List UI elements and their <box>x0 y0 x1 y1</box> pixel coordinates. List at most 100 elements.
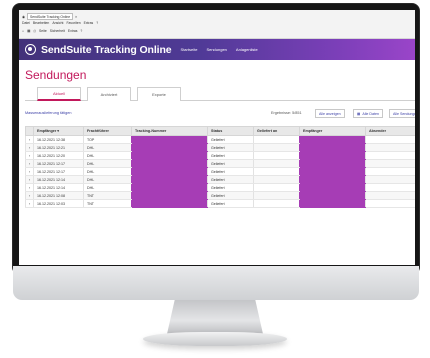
all-shipments-button[interactable]: Alle Sendungen <box>389 109 415 118</box>
row-carrier: DHL <box>83 167 132 176</box>
row-status: Geliefert <box>207 175 254 184</box>
row-date: 16.12.2021 12:08 <box>33 191 84 200</box>
column-header[interactable]: Geliefert an <box>253 126 300 136</box>
tab-aktuell[interactable]: Aktuell <box>37 87 81 101</box>
expand-row-icon[interactable]: › <box>25 199 34 208</box>
expand-row-icon[interactable]: › <box>25 143 34 152</box>
expand-row-icon[interactable]: › <box>25 183 34 192</box>
row-date: 16.12.2021 12:14 <box>33 183 84 192</box>
row-sender <box>365 143 415 152</box>
row-date: 16.12.2021 12:17 <box>33 167 84 176</box>
browser-menu-item[interactable]: Bearbeiten <box>33 21 49 25</box>
bulk-delivery-link[interactable]: Massenauslieferung tätigen <box>25 111 71 115</box>
column-header-label: Empfänger <box>37 129 57 133</box>
table-row[interactable]: › 16.12.2021 12:14 DHL Geliefert <box>25 175 415 184</box>
browser-menu: Datei Bearbeiten Ansicht Favoriten Extras? <box>22 21 98 25</box>
browser-bar: ◉ SendSuite Tracking Online × Datei Bearb… <box>19 10 415 39</box>
table-row[interactable]: › 16.12.2021 12:08 TNT Geliefert <box>25 191 415 200</box>
column-header[interactable]: Frachtführer <box>83 126 132 136</box>
tab-archiviert[interactable]: Archiviert <box>87 87 131 101</box>
row-sender <box>365 183 415 192</box>
screen: ◉ SendSuite Tracking Online × Datei Bearb… <box>19 10 415 265</box>
expand-row-icon[interactable]: › <box>25 191 34 200</box>
browser-tab[interactable]: SendSuite Tracking Online <box>26 13 74 20</box>
row-status: Geliefert <box>207 159 254 168</box>
show-all-button[interactable]: Alle anzeigen <box>315 109 345 118</box>
column-header-label: Tracking-Nummer <box>135 129 167 133</box>
row-carrier: TNT <box>83 199 132 208</box>
row-carrier: TOP <box>83 135 132 144</box>
row-delivered-to <box>253 167 300 176</box>
row-delivered-to <box>253 183 300 192</box>
browser-menu-item[interactable]: Ansicht <box>52 21 63 25</box>
print-icon[interactable]: ⎙ <box>33 29 36 33</box>
table-row[interactable]: › 16.12.2021 12:21 DHL Geliefert <box>25 143 415 152</box>
row-status: Geliefert <box>207 191 254 200</box>
browser-tool-item[interactable]: Seite <box>39 29 47 33</box>
row-delivered-to <box>253 151 300 160</box>
recipient-redacted <box>299 135 366 144</box>
tab-exporte[interactable]: Exporte <box>137 87 181 101</box>
nav-item-anlagenliste[interactable]: Anlagenliste <box>236 47 258 52</box>
row-status: Geliefert <box>207 183 254 192</box>
row-delivered-to <box>253 191 300 200</box>
recipient-redacted <box>299 175 366 184</box>
all-dates-label: Alle Daten <box>362 111 379 116</box>
table-row[interactable]: › 16.12.2021 12:17 DHL Geliefert <box>25 159 415 168</box>
row-status: Geliefert <box>207 143 254 152</box>
tracking-number-redacted <box>131 191 208 200</box>
table-row[interactable]: › 16.12.2021 12:20 DHL Geliefert <box>25 151 415 160</box>
table-row[interactable]: › 16.12.2021 12:38 TOP Geliefert <box>25 135 415 144</box>
feeds-icon[interactable]: ▦ <box>27 29 30 33</box>
row-delivered-to <box>253 159 300 168</box>
expand-row-icon[interactable]: › <box>25 151 34 160</box>
column-header[interactable]: Empfänger ▾ <box>33 126 84 136</box>
calendar-icon: ▦ <box>357 111 361 116</box>
column-header-label: Absender <box>369 129 387 133</box>
row-carrier: DHL <box>83 143 132 152</box>
browser-menu-item[interactable]: ? <box>96 21 98 25</box>
row-date: 16.12.2021 12:38 <box>33 135 84 144</box>
home-icon[interactable]: ⌂ <box>22 29 24 33</box>
expand-row-icon[interactable]: › <box>25 159 34 168</box>
column-header[interactable]: Status <box>207 126 254 136</box>
all-dates-button[interactable]: ▦ Alle Daten <box>353 109 383 118</box>
toolbar: Massenauslieferung tätigen Ergebnisse: 5… <box>25 108 415 120</box>
column-header[interactable]: Tracking-Nummer <box>131 126 208 136</box>
expand-row-icon[interactable]: › <box>25 167 34 176</box>
main-nav: Startseite Sendungen Anlagenliste <box>181 47 258 52</box>
browser-menu-item[interactable]: Datei <box>22 21 30 25</box>
row-sender <box>365 199 415 208</box>
row-carrier: DHL <box>83 175 132 184</box>
nav-item-sendungen[interactable]: Sendungen <box>206 47 226 52</box>
browser-menu-item[interactable]: Extras <box>84 21 94 25</box>
table-header: Empfänger ▾ Frachtführer Tracking-Nummer St… <box>25 126 415 136</box>
row-date: 16.12.2021 12:20 <box>33 151 84 160</box>
table-row[interactable]: › 16.12.2021 12:14 DHL Geliefert <box>25 183 415 192</box>
table-body: › 16.12.2021 12:38 TOP Geliefert › 16.12.2021… <box>25 135 415 208</box>
help-icon[interactable]: ? <box>80 29 82 33</box>
browser-tool-item[interactable]: Sicherheit <box>50 29 65 33</box>
new-tab-icon[interactable]: × <box>75 15 77 19</box>
expand-row-icon[interactable]: › <box>25 175 34 184</box>
browser-toolbar: ⌂ ▦ ⎙ Seite Sicherheit Extras ? <box>22 29 82 33</box>
column-header-label: Status <box>211 129 223 133</box>
column-header[interactable]: Absender <box>365 126 415 136</box>
row-delivered-to <box>253 175 300 184</box>
table-row[interactable]: › 16.12.2021 12:17 DHL Geliefert <box>25 167 415 176</box>
table-row[interactable]: › 16.12.2021 12:03 TNT Geliefert <box>25 199 415 208</box>
column-header[interactable] <box>25 126 34 136</box>
row-carrier: TNT <box>83 191 132 200</box>
row-status: Geliefert <box>207 151 254 160</box>
recipient-redacted <box>299 191 366 200</box>
row-sender <box>365 135 415 144</box>
browser-menu-item[interactable]: Favoriten <box>66 21 80 25</box>
monitor-stand <box>167 300 263 334</box>
nav-item-startseite[interactable]: Startseite <box>181 47 198 52</box>
column-header[interactable]: Empfänger <box>299 126 366 136</box>
browser-tool-item[interactable]: Extras <box>68 29 78 33</box>
expand-row-icon[interactable]: › <box>25 135 34 144</box>
row-sender <box>365 159 415 168</box>
row-delivered-to <box>253 143 300 152</box>
column-header-label: Frachtführer <box>87 129 109 133</box>
